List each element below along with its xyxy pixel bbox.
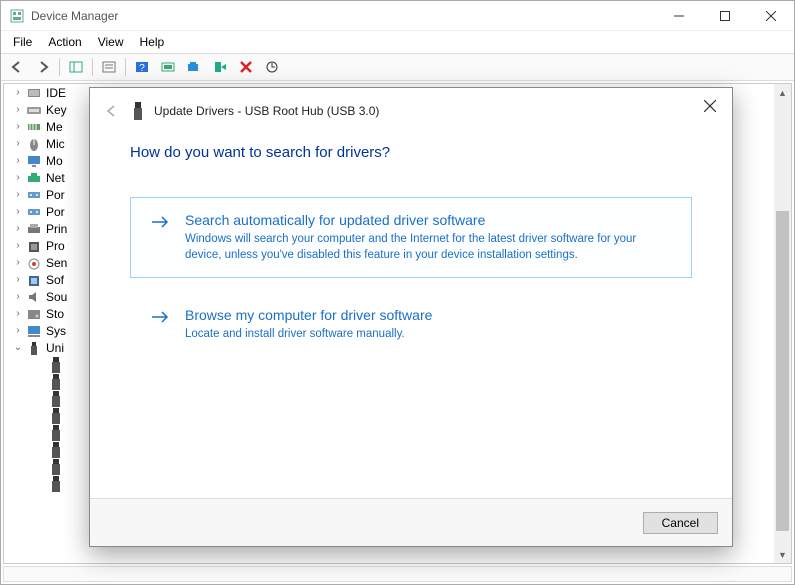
device-category-icon bbox=[26, 102, 42, 118]
device-category-icon bbox=[26, 255, 42, 271]
expand-icon[interactable]: › bbox=[12, 223, 24, 235]
usb-device-icon bbox=[48, 391, 64, 407]
expand-icon[interactable]: › bbox=[12, 104, 24, 116]
tree-item-label: Por bbox=[46, 188, 65, 202]
menu-help[interactable]: Help bbox=[132, 33, 173, 51]
tree-item-label: Uni bbox=[46, 341, 64, 355]
help-button[interactable]: ? bbox=[130, 56, 154, 78]
menu-action[interactable]: Action bbox=[40, 33, 89, 51]
minimize-button[interactable] bbox=[656, 1, 702, 31]
maximize-button[interactable] bbox=[702, 1, 748, 31]
device-category-icon bbox=[26, 204, 42, 220]
tree-item-label: Sen bbox=[46, 256, 67, 270]
option-description: Locate and install driver software manua… bbox=[185, 327, 432, 343]
menu-view[interactable]: View bbox=[90, 33, 132, 51]
usb-device-icon bbox=[48, 357, 64, 373]
scan-button[interactable] bbox=[260, 56, 284, 78]
update-driver-button[interactable] bbox=[182, 56, 206, 78]
expand-icon[interactable]: › bbox=[12, 87, 24, 99]
expand-icon[interactable]: › bbox=[12, 274, 24, 286]
enable-device-button[interactable] bbox=[208, 56, 232, 78]
option-browse-computer[interactable]: Browse my computer for driver software L… bbox=[130, 292, 692, 358]
device-category-icon bbox=[26, 221, 42, 237]
tree-item-label: Prin bbox=[46, 222, 67, 236]
tree-item-label: Me bbox=[46, 120, 63, 134]
vertical-scrollbar[interactable]: ▲ ▼ bbox=[774, 84, 791, 563]
menu-file[interactable]: File bbox=[5, 33, 40, 51]
arrow-right-icon bbox=[149, 212, 171, 234]
expand-icon[interactable]: › bbox=[12, 189, 24, 201]
device-category-icon bbox=[26, 136, 42, 152]
menu-bar: File Action View Help bbox=[1, 31, 794, 53]
device-category-icon bbox=[26, 238, 42, 254]
usb-device-icon bbox=[48, 408, 64, 424]
tree-item-label: IDE bbox=[46, 86, 66, 100]
tree-item-label: Sof bbox=[46, 273, 64, 287]
svg-text:?: ? bbox=[139, 63, 145, 74]
usb-device-icon bbox=[48, 476, 64, 492]
tree-item-label: Sou bbox=[46, 290, 67, 304]
cancel-button[interactable]: Cancel bbox=[643, 512, 718, 534]
properties-button[interactable] bbox=[97, 56, 121, 78]
expand-icon[interactable]: › bbox=[12, 308, 24, 320]
device-category-icon bbox=[26, 85, 42, 101]
usb-device-icon bbox=[48, 459, 64, 475]
expand-icon[interactable]: › bbox=[12, 138, 24, 150]
scroll-up-arrow[interactable]: ▲ bbox=[774, 84, 791, 101]
option-title: Search automatically for updated driver … bbox=[185, 212, 675, 228]
scroll-thumb[interactable] bbox=[776, 211, 789, 531]
scroll-down-arrow[interactable]: ▼ bbox=[774, 546, 791, 563]
expand-icon[interactable]: › bbox=[12, 325, 24, 337]
title-bar: Device Manager bbox=[1, 1, 794, 31]
option-title: Browse my computer for driver software bbox=[185, 307, 432, 323]
expand-icon[interactable]: › bbox=[12, 257, 24, 269]
expand-icon[interactable]: › bbox=[12, 240, 24, 252]
app-icon bbox=[9, 8, 25, 24]
dialog-close-button[interactable] bbox=[696, 94, 724, 118]
device-category-icon bbox=[26, 272, 42, 288]
usb-device-icon bbox=[48, 425, 64, 441]
expand-icon[interactable]: › bbox=[12, 155, 24, 167]
device-category-icon bbox=[26, 289, 42, 305]
status-bar bbox=[3, 566, 792, 582]
usb-device-icon bbox=[48, 374, 64, 390]
usb-hub-icon bbox=[132, 102, 146, 120]
device-category-icon bbox=[26, 153, 42, 169]
tree-item-label: Por bbox=[46, 205, 65, 219]
device-category-icon bbox=[26, 119, 42, 135]
option-description: Windows will search your computer and th… bbox=[185, 232, 675, 263]
update-drivers-dialog: Update Drivers - USB Root Hub (USB 3.0) … bbox=[89, 87, 733, 547]
tree-item-label: Mic bbox=[46, 137, 65, 151]
usb-device-icon bbox=[48, 442, 64, 458]
tree-item-label: Sto bbox=[46, 307, 64, 321]
device-category-icon bbox=[26, 323, 42, 339]
show-hide-tree-button[interactable] bbox=[64, 56, 88, 78]
device-category-icon bbox=[26, 187, 42, 203]
scan-hardware-button[interactable] bbox=[156, 56, 180, 78]
arrow-right-icon bbox=[149, 307, 171, 329]
expand-icon[interactable]: › bbox=[12, 206, 24, 218]
tree-item-label: Sys bbox=[46, 324, 66, 338]
forward-button[interactable] bbox=[31, 56, 55, 78]
toolbar: ? bbox=[1, 53, 794, 81]
close-button[interactable] bbox=[748, 1, 794, 31]
tree-item-label: Pro bbox=[46, 239, 65, 253]
dialog-question: How do you want to search for drivers? bbox=[130, 144, 692, 161]
expand-icon[interactable]: ⌄ bbox=[12, 342, 24, 354]
window-title: Device Manager bbox=[31, 9, 656, 23]
tree-item-label: Net bbox=[46, 171, 65, 185]
tree-item-label: Mo bbox=[46, 154, 63, 168]
option-search-automatically[interactable]: Search automatically for updated driver … bbox=[130, 197, 692, 278]
dialog-back-button[interactable] bbox=[100, 99, 124, 123]
expand-icon[interactable]: › bbox=[12, 121, 24, 133]
device-category-icon bbox=[26, 170, 42, 186]
expand-icon[interactable]: › bbox=[12, 291, 24, 303]
dialog-title: Update Drivers - USB Root Hub (USB 3.0) bbox=[154, 104, 379, 118]
expand-icon[interactable]: › bbox=[12, 172, 24, 184]
device-category-icon bbox=[26, 306, 42, 322]
device-category-icon bbox=[26, 340, 42, 356]
uninstall-device-button[interactable] bbox=[234, 56, 258, 78]
tree-item-label: Key bbox=[46, 103, 67, 117]
back-button[interactable] bbox=[5, 56, 29, 78]
